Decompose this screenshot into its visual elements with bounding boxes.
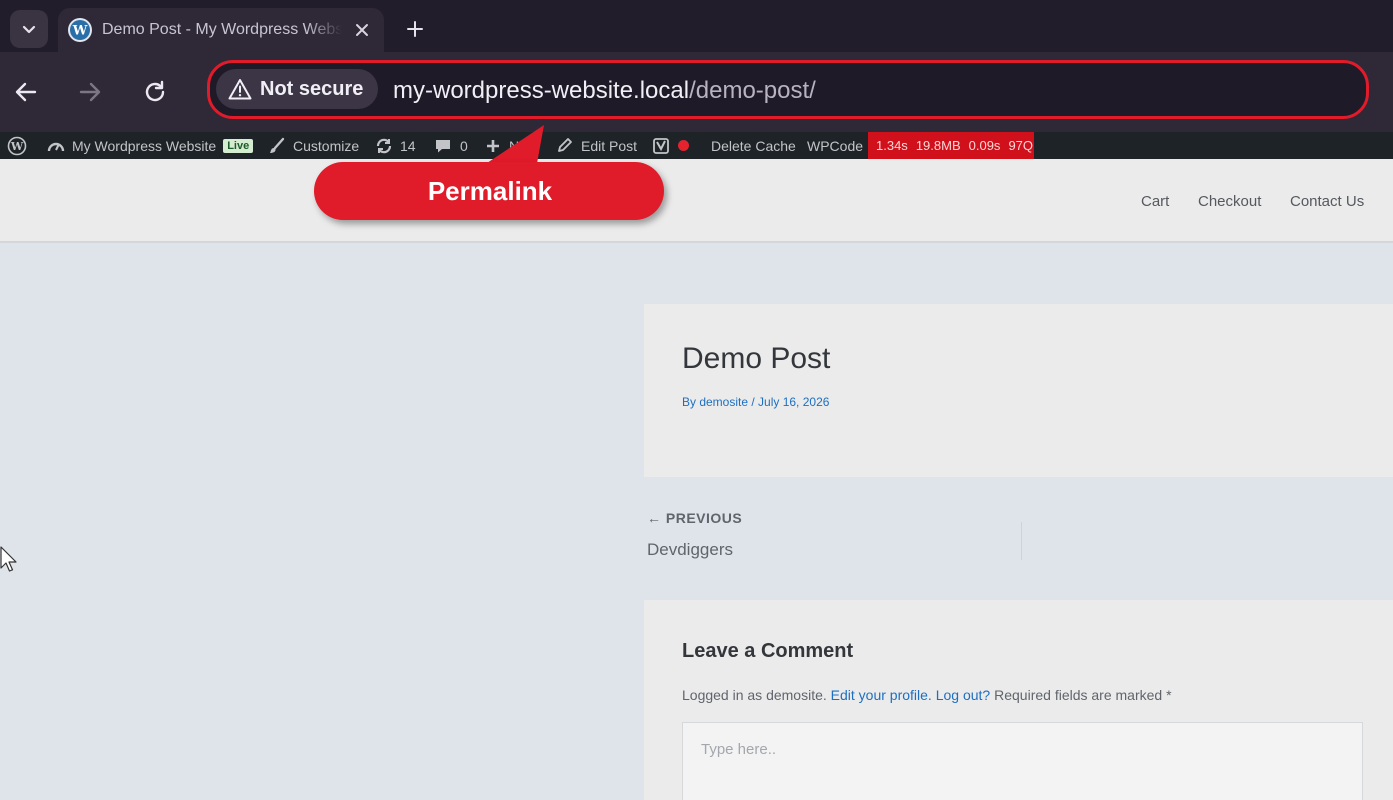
post-header-card: Demo Post By demosite / July 16, 2026: [644, 304, 1393, 477]
reload-button[interactable]: [133, 70, 177, 114]
comment-section: Leave a Comment Logged in as demosite. E…: [644, 600, 1393, 800]
log-out-link[interactable]: Log out?: [936, 687, 991, 703]
back-button[interactable]: [4, 70, 48, 114]
site-name: My Wordpress Website: [72, 137, 217, 154]
svg-text:W: W: [10, 140, 24, 153]
address-bar[interactable]: Not secure my-wordpress-website.local/de…: [207, 60, 1369, 119]
site-security-chip[interactable]: Not secure: [216, 69, 378, 109]
mouse-cursor-icon: [0, 546, 17, 572]
wpcode-link[interactable]: WPCode: [807, 132, 863, 159]
tab-title: Demo Post - My Wordpress Website: [102, 21, 342, 38]
comment-textarea[interactable]: [683, 723, 1362, 800]
edit-profile-link[interactable]: Edit your profile.: [831, 687, 932, 703]
delete-cache-link[interactable]: Delete Cache: [711, 132, 796, 159]
perf-queries: 97Q: [1008, 138, 1034, 153]
site-header: Cart Checkout Contact Us: [0, 159, 1393, 243]
permalink-callout: Permalink: [314, 162, 664, 220]
logged-in-notice: Logged in as demosite. Edit your profile…: [682, 687, 1172, 703]
required-fields-text: Required fields are marked *: [994, 687, 1172, 703]
seo-menu[interactable]: [652, 132, 689, 159]
customize-link[interactable]: Customize: [268, 132, 359, 159]
url-path: /demo-post/: [689, 77, 816, 104]
close-icon: [356, 24, 368, 36]
browser-toolbar: Not secure my-wordpress-website.local/de…: [0, 52, 1393, 132]
arrow-left-icon: [15, 82, 37, 102]
previous-post-label[interactable]: ← PREVIOUS: [647, 510, 742, 526]
post-meta[interactable]: By demosite / July 16, 2026: [682, 395, 829, 409]
close-tab-button[interactable]: [350, 18, 374, 42]
updates-icon: [376, 138, 392, 153]
tab-search-button[interactable]: [10, 10, 48, 48]
logged-in-text: Logged in as demosite.: [682, 687, 827, 703]
forward-button[interactable]: [68, 70, 112, 114]
site-name-menu[interactable]: My Wordpress Website Live: [47, 132, 254, 159]
perf-time: 1.34s: [876, 138, 908, 153]
post-title: Demo Post: [682, 342, 831, 375]
chevron-down-icon: [22, 25, 36, 34]
post-nav-divider: [1021, 522, 1022, 560]
query-monitor-stats[interactable]: 1.34s 19.8MB 0.09s 97Q: [868, 132, 1034, 159]
comment-box: [682, 722, 1363, 800]
updates-link[interactable]: 14: [375, 132, 416, 159]
previous-post-link[interactable]: Devdiggers: [647, 540, 733, 560]
reload-icon: [145, 80, 165, 102]
comments-count: 0: [460, 137, 468, 154]
svg-text:W: W: [72, 24, 88, 39]
brush-icon: [270, 137, 285, 153]
wordpress-icon: W: [68, 18, 92, 42]
edit-post-label: Edit Post: [581, 137, 638, 154]
dashboard-icon: [47, 142, 65, 151]
nav-checkout-link[interactable]: Checkout: [1198, 193, 1261, 210]
callout-text: Permalink: [427, 175, 553, 206]
browser-tab-bar: W Demo Post - My Wordpress Website: [0, 0, 1393, 52]
not-secure-label: Not secure: [260, 77, 364, 100]
customize-label: Customize: [293, 137, 360, 154]
comment-section-title: Leave a Comment: [682, 640, 854, 662]
url-host: my-wordpress-website.local: [393, 77, 690, 104]
delete-cache-label: Delete Cache: [711, 137, 796, 154]
nav-cart-link[interactable]: Cart: [1141, 193, 1169, 210]
url-text[interactable]: my-wordpress-website.local/demo-post/: [393, 77, 816, 105]
warning-icon: [228, 79, 252, 100]
perf-memory: 19.8MB: [915, 138, 961, 153]
edit-post-link[interactable]: Edit Post: [556, 132, 637, 159]
yoast-icon: [653, 137, 669, 154]
comments-link[interactable]: 0: [434, 132, 468, 159]
comment-icon: [436, 139, 450, 152]
perf-db-time: 0.09s: [968, 138, 1001, 153]
wordpress-logo-icon: W: [7, 136, 27, 155]
wpcode-label: WPCode: [807, 137, 864, 154]
live-badge: Live: [223, 138, 254, 153]
tab-demo-post[interactable]: W Demo Post - My Wordpress Website: [58, 8, 384, 52]
pencil-icon: [558, 138, 572, 152]
updates-count: 14: [400, 137, 416, 154]
arrow-right-icon: [79, 82, 101, 102]
plus-icon: [407, 21, 423, 37]
seo-status-dot: [678, 140, 689, 151]
new-tab-button[interactable]: [402, 16, 428, 42]
nav-contact-us-link[interactable]: Contact Us: [1290, 193, 1364, 210]
wp-admin-bar: W My Wordpress Website Live Customize 14…: [0, 132, 1393, 159]
wp-logo-menu[interactable]: W: [7, 132, 27, 159]
